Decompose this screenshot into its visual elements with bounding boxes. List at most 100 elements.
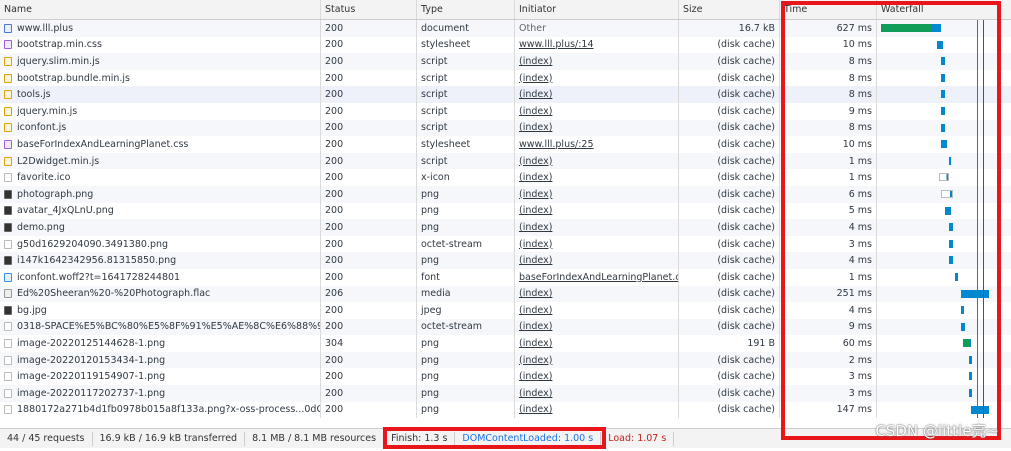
column-header-name[interactable]: Name: [0, 0, 321, 19]
request-initiator[interactable]: (index): [515, 401, 679, 419]
request-waterfall: [877, 53, 1011, 70]
request-type-text: png: [421, 255, 440, 267]
waterfall-bar: [939, 173, 949, 182]
request-initiator[interactable]: (index): [515, 152, 679, 170]
waterfall-bar: [969, 372, 972, 381]
table-row[interactable]: avatar_4JxQLnU.png 200 png (index) (disk cac…: [0, 202, 1011, 220]
request-time-text: 4 ms: [848, 304, 872, 316]
request-initiator[interactable]: (index): [515, 202, 679, 220]
column-header-type[interactable]: Type: [417, 0, 515, 19]
table-row[interactable]: Ed%20Sheeran%20-%20Photograph.flac 206 med…: [0, 285, 1011, 303]
table-row[interactable]: image-20220120153434-1.png 200 png (index) (…: [0, 351, 1011, 369]
request-type-text: stylesheet: [421, 39, 471, 51]
request-initiator[interactable]: (index): [515, 219, 679, 236]
request-initiator[interactable]: (index): [515, 285, 679, 303]
request-time: 6 ms: [780, 185, 877, 203]
table-row[interactable]: jquery.slim.min.js 200 script (index) (disk …: [0, 53, 1011, 70]
table-row[interactable]: image-20220119154907-1.png 200 png (index) (…: [0, 368, 1011, 386]
request-initiator[interactable]: (index): [515, 169, 679, 186]
request-type-text: png: [421, 387, 440, 399]
request-type: png: [417, 219, 515, 236]
request-initiator-text: (index): [519, 338, 553, 350]
table-row[interactable]: tools.js 200 script (index) (disk cache) 8 ms: [0, 86, 1011, 103]
table-row[interactable]: image-20220117202737-1.png 200 png (index) (…: [0, 385, 1011, 402]
request-initiator[interactable]: baseForIndexAndLearningPlanet.css: [515, 268, 679, 286]
request-initiator[interactable]: (index): [515, 368, 679, 386]
request-type-text: script: [421, 89, 448, 101]
domcontentloaded-marker: [977, 185, 978, 203]
request-status: 200: [321, 235, 417, 253]
request-waterfall: [877, 169, 1011, 186]
request-initiator[interactable]: (index): [515, 318, 679, 336]
request-waterfall: [877, 152, 1011, 170]
request-status-text: 200: [325, 105, 344, 117]
request-waterfall: [877, 252, 1011, 269]
request-initiator[interactable]: (index): [515, 86, 679, 103]
table-row[interactable]: bg.jpg 200 jpeg (index) (disk cache) 4 ms: [0, 302, 1011, 319]
request-type: script: [417, 102, 515, 120]
request-size: (disk cache): [679, 285, 780, 303]
table-row[interactable]: i147k1642342956.81315850.png 200 png (index…: [0, 252, 1011, 269]
request-time-text: 6 ms: [848, 188, 872, 200]
other-file-icon: [4, 388, 12, 398]
request-type-text: png: [421, 404, 440, 416]
request-name-text: www.lll.plus: [17, 22, 74, 34]
request-initiator[interactable]: (index): [515, 69, 679, 87]
request-status: 200: [321, 102, 417, 120]
request-initiator-text: (index): [519, 387, 553, 399]
request-name: L2Dwidget.min.js: [0, 152, 321, 170]
request-initiator[interactable]: (index): [515, 119, 679, 137]
request-initiator[interactable]: (index): [515, 385, 679, 402]
request-initiator[interactable]: (index): [515, 252, 679, 269]
request-type: media: [417, 285, 515, 303]
table-row[interactable]: jquery.min.js 200 script (index) (disk cache…: [0, 102, 1011, 120]
table-row[interactable]: bootstrap.min.css 200 stylesheet www.lll.pl…: [0, 36, 1011, 54]
load-marker: [983, 285, 984, 303]
request-size-text: (disk cache): [717, 172, 775, 184]
table-row[interactable]: 0318-SPACE%E5%BC%80%E5%8F%91%E5%AE%8C%E6…: [0, 318, 1011, 336]
load-marker: [983, 235, 984, 253]
table-row[interactable]: g50d1629204090.3491380.png 200 octet-strea…: [0, 235, 1011, 253]
request-time: 2 ms: [780, 351, 877, 369]
request-waterfall: [877, 368, 1011, 386]
request-status: 200: [321, 36, 417, 54]
request-initiator-text: (index): [519, 55, 553, 67]
column-header-waterfall[interactable]: Waterfall: [877, 0, 1011, 19]
request-initiator[interactable]: (index): [515, 351, 679, 369]
table-row[interactable]: www.lll.plus 200 document Other 16.7 kB 627 m…: [0, 20, 1011, 37]
column-header-initiator[interactable]: Initiator: [515, 0, 679, 19]
request-initiator[interactable]: www.lll.plus/:25: [515, 136, 679, 153]
table-row[interactable]: bootstrap.bundle.min.js 200 script (index) (…: [0, 69, 1011, 87]
request-initiator[interactable]: (index): [515, 53, 679, 70]
column-header-status[interactable]: Status: [321, 0, 417, 19]
table-row[interactable]: favorite.ico 200 x-icon (index) (disk cache)…: [0, 169, 1011, 186]
request-name-text: L2Dwidget.min.js: [17, 155, 100, 167]
table-row[interactable]: iconfont.woff2?t=1641728244801 200 font bas…: [0, 268, 1011, 286]
request-initiator[interactable]: (index): [515, 102, 679, 120]
request-initiator[interactable]: (index): [515, 335, 679, 352]
request-time: 251 ms: [780, 285, 877, 303]
table-row[interactable]: image-20220125144628-1.png 304 png (index) 1…: [0, 335, 1011, 352]
request-name: bootstrap.bundle.min.js: [0, 69, 321, 87]
request-size-text: (disk cache): [717, 55, 775, 67]
request-status-text: 200: [325, 172, 344, 184]
request-name: image-20220125144628-1.png: [0, 335, 321, 352]
table-row[interactable]: photograph.png 200 png (index) (disk cache) 6…: [0, 185, 1011, 203]
table-row[interactable]: L2Dwidget.min.js 200 script (index) (disk ca…: [0, 152, 1011, 170]
request-status-text: 200: [325, 39, 344, 51]
table-row[interactable]: baseForIndexAndLearningPlanet.css 200 styl…: [0, 136, 1011, 153]
request-status: 200: [321, 252, 417, 269]
column-header-size[interactable]: Size: [679, 0, 780, 19]
table-body: www.lll.plus 200 document Other 16.7 kB 627 m…: [0, 20, 1011, 419]
table-row[interactable]: iconfont.js 200 script (index) (disk cache) 8…: [0, 119, 1011, 137]
table-row[interactable]: 1880172a271b4d1fb0978b015a8f133a.png?x-o…: [0, 401, 1011, 419]
request-initiator[interactable]: (index): [515, 185, 679, 203]
request-name-text: image-20220117202737-1.png: [17, 387, 166, 399]
column-header-time[interactable]: Time: [780, 0, 877, 19]
domcontentloaded-marker: [977, 169, 978, 186]
request-time: 10 ms: [780, 136, 877, 153]
request-initiator[interactable]: www.lll.plus/:14: [515, 36, 679, 54]
request-initiator[interactable]: (index): [515, 302, 679, 319]
request-initiator[interactable]: (index): [515, 235, 679, 253]
table-row[interactable]: demo.png 200 png (index) (disk cache) 4 ms: [0, 219, 1011, 236]
